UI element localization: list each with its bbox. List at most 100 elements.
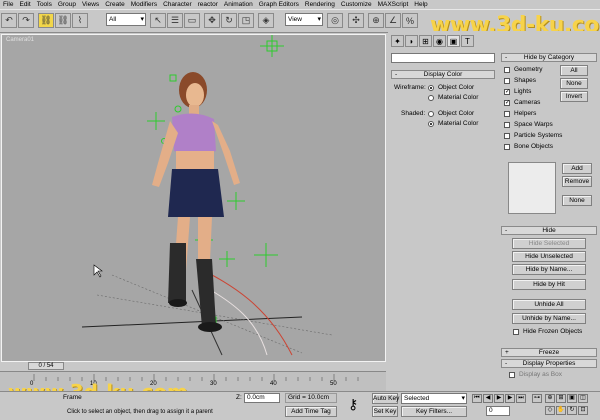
display-color-rollout-header[interactable]: - Display Color	[391, 70, 495, 79]
go-to-start-icon[interactable]: ⏮	[472, 394, 482, 403]
category-checkbox-bone-objects[interactable]	[504, 144, 510, 150]
unlink-icon[interactable]: ⛓	[55, 13, 71, 28]
percent-snap-icon[interactable]: %	[402, 13, 418, 28]
category-none-button[interactable]: None	[560, 78, 588, 89]
menu-item-tools[interactable]: Tools	[34, 0, 55, 9]
key-mode-dropdown[interactable]: Selected	[401, 393, 467, 404]
redo-icon[interactable]: ↷	[18, 13, 34, 28]
menu-item-character[interactable]: Character	[160, 0, 195, 9]
shaded-object-color-radio[interactable]	[428, 111, 434, 117]
current-frame-field[interactable]: 0	[486, 406, 510, 416]
auto-key-button[interactable]: Auto Key	[372, 393, 399, 404]
select-and-link-icon[interactable]: ⛓	[38, 13, 54, 28]
menu-item-modifiers[interactable]: Modifiers	[128, 0, 160, 9]
camera-viewport[interactable]: Camera01	[1, 34, 386, 362]
previous-frame-icon[interactable]: ◀	[483, 394, 493, 403]
category-checkbox-lights[interactable]: ✓	[504, 89, 510, 95]
select-manipulate-icon[interactable]: ◈	[258, 13, 274, 28]
motion-tab-icon[interactable]: ◉	[433, 35, 446, 47]
category-checkbox-helpers[interactable]	[504, 111, 510, 117]
pan-icon[interactable]: ✋	[556, 406, 566, 415]
key-mode-toggle-icon[interactable]: ⊶	[532, 394, 542, 403]
pivot-center-icon[interactable]: ◎	[327, 13, 343, 28]
zoom-icon[interactable]: ⊕	[545, 394, 555, 403]
category-listbox[interactable]	[508, 162, 556, 214]
key-filters-button[interactable]: Key Filters...	[401, 406, 467, 417]
selection-filter-dropdown[interactable]: All	[106, 13, 146, 26]
reference-coord-dropdown[interactable]: View	[285, 13, 323, 26]
modify-tab-icon[interactable]: ◗	[405, 35, 418, 47]
hide-by-name-button[interactable]: Hide by Name...	[512, 264, 586, 275]
category-label: Particle Systems	[514, 132, 563, 139]
category-none2-button[interactable]: None	[562, 195, 592, 206]
go-to-end-icon[interactable]: ⏭	[516, 394, 526, 403]
category-checkbox-space-warps[interactable]	[504, 122, 510, 128]
add-time-tag-button[interactable]: Add Time Tag	[285, 406, 337, 417]
unhide-all-button[interactable]: Unhide All	[512, 299, 586, 310]
play-icon[interactable]: ▶	[494, 394, 504, 403]
freeze-rollout-header[interactable]: + Freeze	[501, 348, 597, 357]
next-frame-icon[interactable]: ▶	[505, 394, 515, 403]
wireframe-object-color-radio[interactable]	[428, 85, 434, 91]
menu-item-graph-editors[interactable]: Graph Editors	[256, 0, 302, 9]
category-all-button[interactable]: All	[560, 65, 588, 76]
rotate-icon[interactable]: ↻	[221, 13, 237, 28]
menu-item-file[interactable]: File	[0, 0, 16, 9]
category-invert-button[interactable]: Invert	[560, 91, 588, 102]
set-key-button[interactable]: Set Key	[372, 406, 398, 417]
menu-item-maxscript[interactable]: MAXScript	[375, 0, 412, 9]
menu-item-views[interactable]: Views	[79, 0, 102, 9]
hide-selected-button[interactable]: Hide Selected	[512, 238, 586, 249]
menu-item-group[interactable]: Group	[55, 0, 79, 9]
category-checkbox-shapes[interactable]	[504, 78, 510, 84]
hide-rollout-header[interactable]: - Hide	[501, 226, 597, 235]
angle-snap-icon[interactable]: ∠	[385, 13, 401, 28]
z-coordinate-field[interactable]: 0.0cm	[244, 393, 280, 403]
undo-icon[interactable]: ↶	[1, 13, 17, 28]
maximize-viewport-icon[interactable]: ⊡	[578, 406, 588, 415]
hide-unselected-button[interactable]: Hide Unselected	[512, 251, 586, 262]
category-remove-button[interactable]: Remove	[562, 176, 592, 187]
character-model[interactable]	[152, 72, 240, 332]
move-icon[interactable]: ✥	[204, 13, 220, 28]
display-tab-icon[interactable]: ▣	[447, 35, 460, 47]
menu-item-reactor[interactable]: reactor	[195, 0, 221, 9]
zoom-all-icon[interactable]: ⊞	[556, 394, 566, 403]
wireframe-material-color-radio[interactable]	[428, 95, 434, 101]
menu-item-edit[interactable]: Edit	[16, 0, 33, 9]
zoom-extents-all-icon[interactable]: ◫	[578, 394, 588, 403]
shaded-material-color-radio[interactable]	[428, 121, 434, 127]
bind-spacewarp-icon[interactable]: ⌇	[72, 13, 88, 28]
hierarchy-tab-icon[interactable]: ⊞	[419, 35, 432, 47]
object-name-field[interactable]	[391, 53, 495, 63]
menu-item-help[interactable]: Help	[411, 0, 430, 9]
menu-item-create[interactable]: Create	[102, 0, 128, 9]
select-manipulate-2-icon[interactable]: ✣	[348, 13, 364, 28]
zoom-extents-icon[interactable]: ▣	[567, 394, 577, 403]
hide-frozen-checkbox[interactable]	[513, 329, 519, 335]
hide-by-category-rollout-header[interactable]: - Hide by Category	[501, 53, 597, 62]
select-by-name-icon[interactable]: ☰	[167, 13, 183, 28]
category-checkbox-cameras[interactable]: ✓	[504, 100, 510, 106]
menu-item-rendering[interactable]: Rendering	[302, 0, 338, 9]
menu-item-animation[interactable]: Animation	[221, 0, 256, 9]
create-tab-icon[interactable]: ✦	[391, 35, 404, 47]
scale-icon[interactable]: ◳	[238, 13, 254, 28]
rectangle-selection-icon[interactable]: ▭	[184, 13, 200, 28]
category-add-button[interactable]: Add	[562, 163, 592, 174]
menu-item-customize[interactable]: Customize	[338, 0, 375, 9]
display-properties-rollout-header[interactable]: - Display Properties	[501, 359, 597, 368]
hide-by-hit-button[interactable]: Hide by Hit	[512, 279, 586, 290]
time-slider[interactable]: 0 / 54	[0, 362, 386, 371]
category-checkbox-geometry[interactable]	[504, 67, 510, 73]
utilities-tab-icon[interactable]: T	[461, 35, 474, 47]
unhide-by-name-button[interactable]: Unhide by Name...	[512, 313, 586, 324]
field-of-view-icon[interactable]: ◇	[545, 406, 555, 415]
orbit-icon[interactable]: ↻	[567, 406, 577, 415]
key-icon[interactable]: ⚷	[348, 397, 358, 411]
snap-toggle-icon[interactable]: ⊕	[368, 13, 384, 28]
select-object-icon[interactable]: ↖	[150, 13, 166, 28]
time-slider-thumb[interactable]: 0 / 54	[28, 362, 64, 370]
display-as-box-checkbox[interactable]	[509, 372, 515, 378]
category-checkbox-particle-systems[interactable]	[504, 133, 510, 139]
